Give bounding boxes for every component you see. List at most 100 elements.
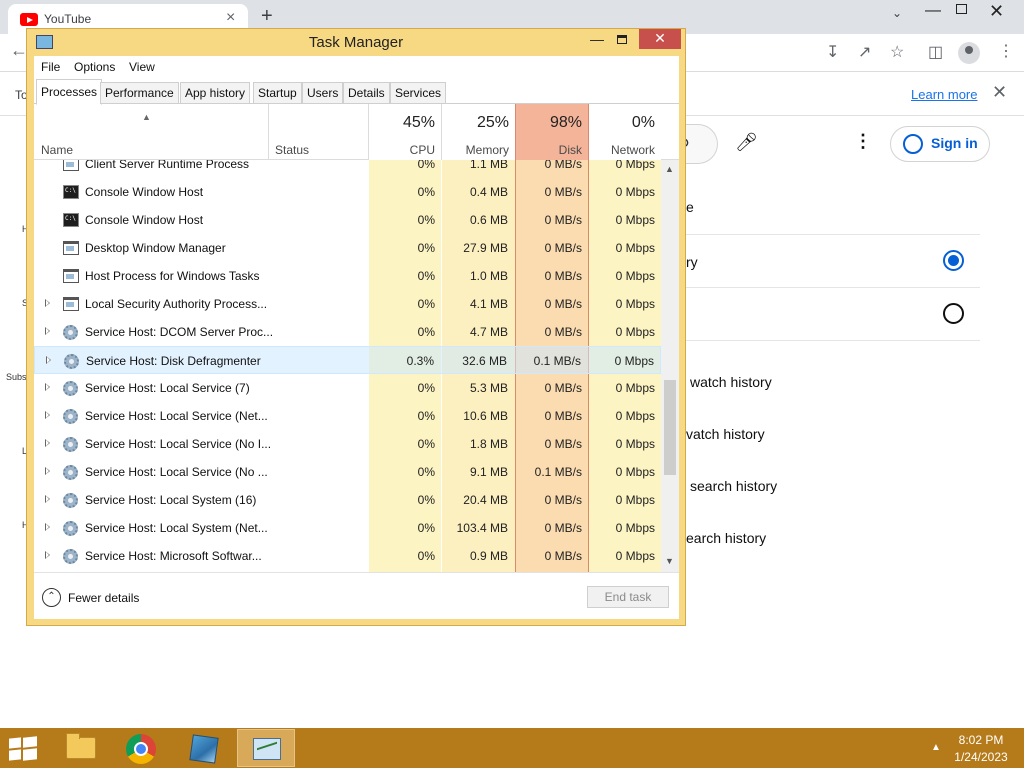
maximize-button[interactable] <box>617 35 627 44</box>
process-row[interactable]: Service Host: Local Service (No I... 0% 1.… <box>34 430 661 458</box>
menu-bar: File Options View <box>34 56 679 78</box>
download-icon[interactable]: ↧ <box>826 42 839 62</box>
vertical-scrollbar[interactable]: ▲ ▼ <box>661 160 679 572</box>
expand-arrow-icon[interactable] <box>46 356 51 364</box>
expand-arrow-icon[interactable] <box>45 411 50 419</box>
close-button[interactable]: ✕ <box>639 29 681 49</box>
expand-arrow-icon[interactable] <box>45 551 50 559</box>
tab-services[interactable]: Services <box>390 82 447 104</box>
process-network: 0 Mbps <box>615 437 655 451</box>
bookmark-star-icon[interactable]: ☆ <box>890 42 904 62</box>
process-network: 0 Mbps <box>615 521 655 535</box>
history-option[interactable]: search history <box>690 478 777 494</box>
browser-menu-icon[interactable]: ⋮ <box>998 41 1014 61</box>
process-memory: 4.1 MB <box>469 297 508 311</box>
process-row[interactable]: Service Host: Local Service (Net... 0% 10.… <box>34 402 661 430</box>
expand-arrow-icon[interactable] <box>45 327 50 335</box>
expand-arrow-icon[interactable] <box>45 439 50 447</box>
start-button-windows-icon[interactable] <box>9 736 37 761</box>
tab-users[interactable]: Users <box>302 82 344 104</box>
process-row[interactable]: Service Host: Local System (16) 0% 20.4 MB… <box>34 486 661 514</box>
process-row[interactable]: Console Window Host 0% 0.6 MB 0 MB/s 0 Mbps <box>34 206 661 234</box>
process-cpu: 0% <box>417 493 435 507</box>
menu-options[interactable]: Options <box>74 60 115 74</box>
process-name: Host Process for Windows Tasks <box>85 269 260 283</box>
process-list: Client Server Runtime Process 0% 1.1 MB 0 M… <box>34 160 661 572</box>
menu-file[interactable]: File <box>41 60 60 74</box>
window-restore-button[interactable] <box>956 4 967 14</box>
youtube-menu-icon[interactable]: ⋮ <box>854 131 872 152</box>
network-percent: 0% <box>631 114 655 131</box>
process-row[interactable]: Desktop Window Manager 0% 27.9 MB 0 MB/s 0 M… <box>34 234 661 262</box>
tab-search-chevron-icon[interactable]: ⌄ <box>892 6 902 20</box>
process-row[interactable]: Host Process for Windows Tasks 0% 1.0 MB 0 … <box>34 262 661 290</box>
task-manager-window: Task Manager — ✕ File Options View Proce… <box>26 28 686 626</box>
show-hidden-icons-arrow-icon[interactable]: ▲ <box>931 742 941 753</box>
fewer-details-link[interactable]: Fewer details <box>68 591 139 605</box>
menu-view[interactable]: View <box>129 60 155 74</box>
new-tab-button[interactable]: + <box>261 5 273 28</box>
process-network: 0 Mbps <box>615 185 655 199</box>
process-name: Service Host: Local System (Net... <box>85 521 268 535</box>
taskbar-regedit[interactable] <box>175 729 233 767</box>
collapse-chevron-icon[interactable]: ⌃ <box>42 588 61 607</box>
expand-arrow-icon[interactable] <box>45 299 50 307</box>
tab-startup[interactable]: Startup <box>253 82 302 104</box>
history-option[interactable]: watch history <box>690 374 772 390</box>
column-header-network[interactable]: 0% Network <box>589 104 661 160</box>
column-header-disk[interactable]: 98% Disk <box>516 104 588 160</box>
radio-unselected[interactable] <box>943 303 964 324</box>
window-minimize-button[interactable]: — <box>925 2 941 20</box>
history-option[interactable]: vatch history <box>686 426 765 442</box>
tab-processes[interactable]: Processes <box>36 79 103 105</box>
taskbar-task-manager[interactable] <box>237 729 295 767</box>
taskbar-chrome[interactable] <box>113 729 171 767</box>
expand-arrow-icon[interactable] <box>45 383 50 391</box>
process-memory: 1.8 MB <box>469 437 508 451</box>
window-close-button[interactable]: ✕ <box>989 1 1004 22</box>
side-panel-icon[interactable]: ◫ <box>928 42 943 62</box>
expand-arrow-icon[interactable] <box>45 523 50 531</box>
scroll-up-arrow-icon[interactable]: ▲ <box>665 164 674 174</box>
end-task-button[interactable]: End task <box>587 586 669 608</box>
infobar-close-icon[interactable]: ✕ <box>992 82 1007 103</box>
process-row[interactable]: Service Host: Microsoft Softwar... 0% 0.9 … <box>34 542 661 570</box>
clock-date[interactable]: 1/24/2023 <box>946 750 1016 764</box>
minimize-button[interactable]: — <box>590 31 604 47</box>
tab-details[interactable]: Details <box>343 82 390 104</box>
history-option[interactable]: earch history <box>686 530 766 546</box>
gear-icon <box>63 493 78 508</box>
clock-time[interactable]: 8:02 PM <box>946 733 1016 747</box>
scrollbar-thumb[interactable] <box>664 380 676 475</box>
process-row[interactable]: Local Security Authority Process... 0% 4.1… <box>34 290 661 318</box>
process-row[interactable]: Service Host: DCOM Server Proc... 0% 4.7 M… <box>34 318 661 346</box>
process-row[interactable]: Service Host: Local System (Net... 0% 103.… <box>34 514 661 542</box>
expand-arrow-icon[interactable] <box>45 495 50 503</box>
column-header-memory[interactable]: 25% Memory <box>442 104 515 160</box>
scroll-down-arrow-icon[interactable]: ▼ <box>665 556 674 566</box>
task-manager-titlebar[interactable]: Task Manager — ✕ <box>27 29 685 56</box>
sign-in-button[interactable]: Sign in <box>890 126 990 162</box>
process-network: 0 Mbps <box>615 269 655 283</box>
process-row[interactable]: Service Host: Disk Defragmenter 0.3% 32.6 … <box>34 346 661 374</box>
tab-close-icon[interactable]: × <box>226 9 235 27</box>
profile-avatar-icon[interactable] <box>958 42 980 64</box>
tab-app-history[interactable]: App history <box>180 82 251 104</box>
expand-arrow-icon[interactable] <box>45 467 50 475</box>
process-row[interactable]: Service Host: Local Service (7) 0% 5.3 MB 0… <box>34 374 661 402</box>
process-network: 0 Mbps <box>614 354 654 368</box>
share-icon[interactable]: ↗ <box>858 42 871 62</box>
process-row[interactable]: Console Window Host 0% 0.4 MB 0 MB/s 0 Mbps <box>34 178 661 206</box>
column-header-status[interactable]: Status <box>275 143 309 157</box>
learn-more-link[interactable]: Learn more <box>911 87 977 102</box>
tab-performance[interactable]: Performance <box>100 82 179 104</box>
taskbar-file-explorer[interactable] <box>51 729 109 767</box>
process-cpu: 0% <box>417 437 435 451</box>
radio-selected[interactable] <box>943 250 964 271</box>
microphone-icon[interactable]: 🎤︎ <box>735 132 758 153</box>
column-divider[interactable] <box>268 104 269 160</box>
column-header-name[interactable]: Name <box>41 143 73 157</box>
process-row[interactable]: Service Host: Local Service (No ... 0% 9.1… <box>34 458 661 486</box>
process-row[interactable]: Client Server Runtime Process 0% 1.1 MB 0 M… <box>34 160 661 178</box>
column-header-cpu[interactable]: 45% CPU <box>369 104 441 160</box>
